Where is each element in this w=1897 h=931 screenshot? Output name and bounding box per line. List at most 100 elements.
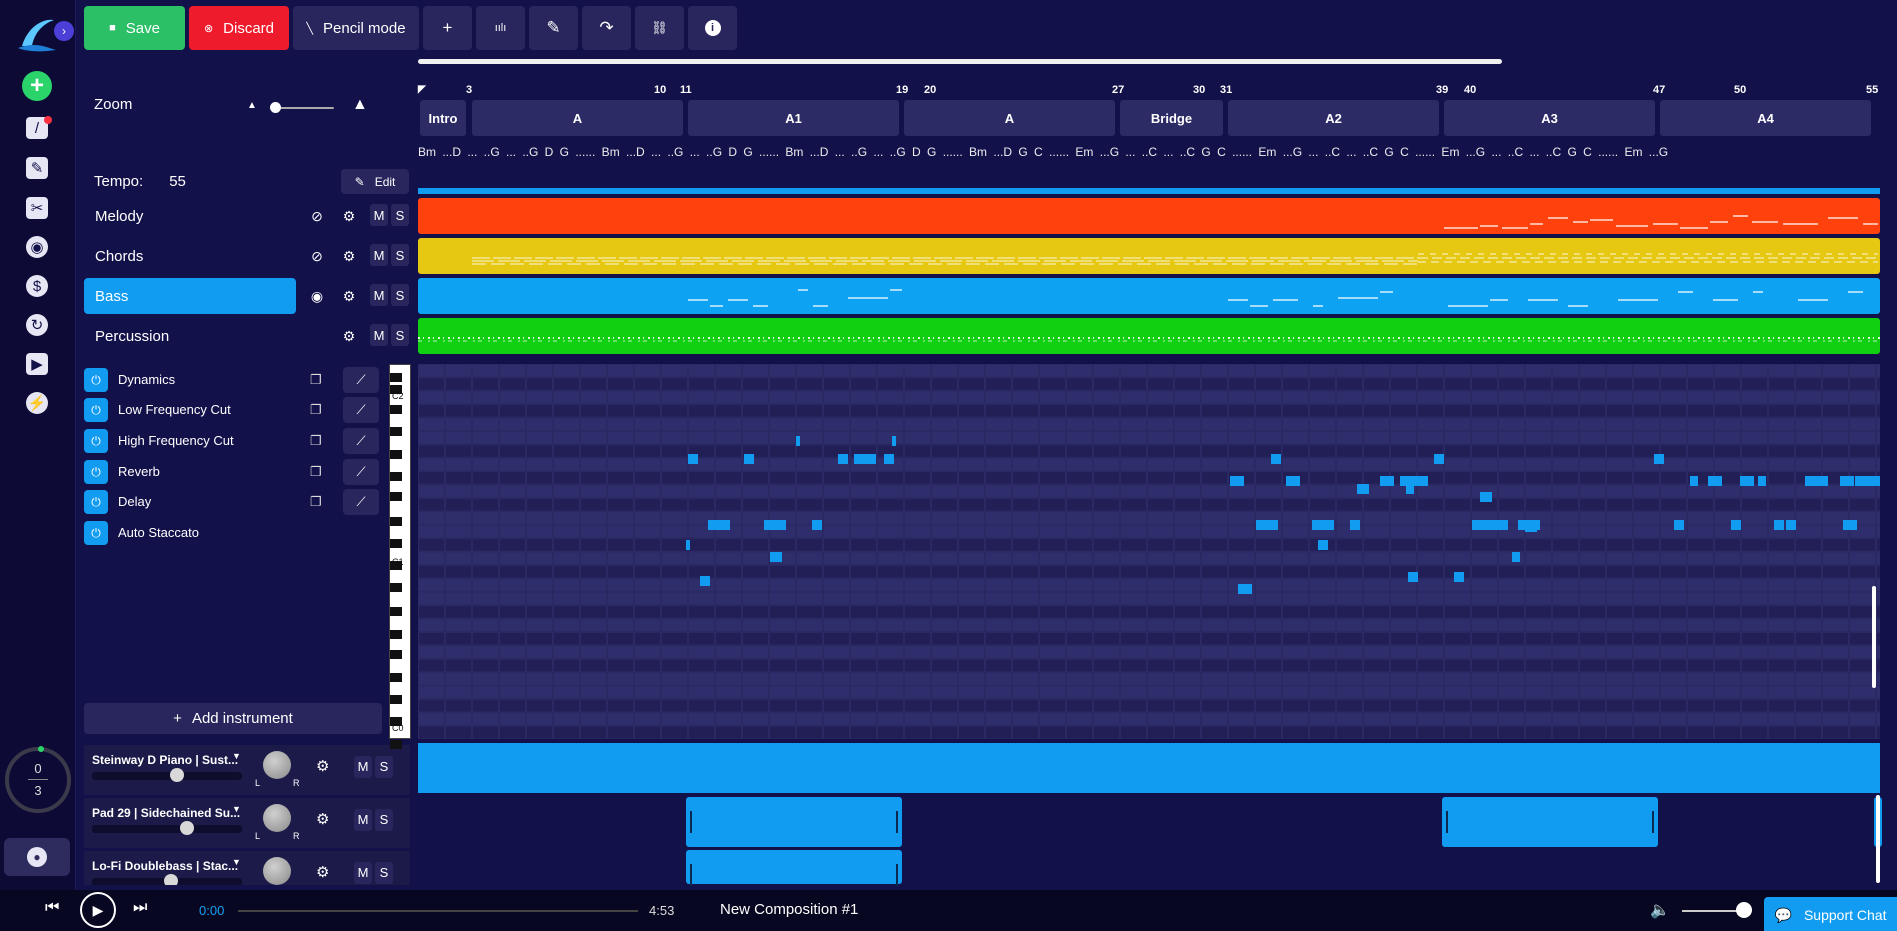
grid-cell[interactable] — [1418, 418, 1443, 430]
grid-cell[interactable] — [662, 700, 687, 712]
grid-cell[interactable] — [986, 539, 1011, 551]
grid-cell[interactable] — [1499, 418, 1524, 430]
grid-cell[interactable] — [1553, 418, 1578, 430]
grid-cell[interactable] — [1256, 619, 1281, 631]
grid-cell[interactable] — [1256, 391, 1281, 404]
grid-cell[interactable] — [1229, 566, 1254, 578]
grid-cell[interactable] — [1661, 445, 1686, 457]
grid-cell[interactable] — [419, 525, 444, 538]
grid-cell[interactable] — [1688, 619, 1713, 631]
grid-cell[interactable] — [1175, 726, 1200, 739]
add-note-button[interactable]: + — [423, 6, 472, 50]
grid-cell[interactable] — [1472, 365, 1497, 377]
grid-cell[interactable] — [1661, 659, 1686, 672]
grid-cell[interactable] — [1877, 646, 1880, 658]
grid-cell[interactable] — [446, 606, 471, 618]
grid-cell[interactable] — [878, 405, 903, 417]
grid-cell[interactable] — [1121, 619, 1146, 631]
grid-cell[interactable] — [608, 566, 633, 578]
grid-cell[interactable] — [932, 686, 957, 698]
grid-cell[interactable] — [1121, 726, 1146, 739]
grid-cell[interactable] — [662, 539, 687, 551]
grid-cell[interactable] — [527, 726, 552, 739]
grid-cell[interactable] — [1094, 619, 1119, 631]
grid-cell[interactable] — [878, 472, 903, 484]
grid-cell[interactable] — [1364, 713, 1389, 725]
grid-cell[interactable] — [527, 539, 552, 551]
melody-lane[interactable] — [418, 198, 1880, 234]
grid-cell[interactable] — [986, 552, 1011, 564]
grid-cell[interactable] — [1364, 512, 1389, 524]
grid-cell[interactable] — [689, 633, 714, 645]
grid-cell[interactable] — [662, 405, 687, 417]
grid-cell[interactable] — [1472, 726, 1497, 739]
grid-cell[interactable] — [743, 726, 768, 739]
grid-cell[interactable] — [1067, 485, 1092, 497]
grid-cell[interactable] — [905, 378, 930, 390]
grid-cell[interactable] — [635, 458, 660, 471]
grid-cell[interactable] — [959, 405, 984, 417]
grid-cell[interactable] — [689, 432, 714, 444]
grid-cell[interactable] — [1607, 592, 1632, 605]
grid-cell[interactable] — [1472, 432, 1497, 444]
volume-slider[interactable] — [92, 825, 242, 833]
grid-cell[interactable] — [1202, 539, 1227, 551]
grid-cell[interactable] — [662, 512, 687, 524]
grid-cell[interactable] — [1580, 592, 1605, 605]
grid-cell[interactable] — [1823, 365, 1848, 377]
grid-cell[interactable] — [581, 659, 606, 672]
grid-cell[interactable] — [1067, 552, 1092, 564]
grid-cell[interactable] — [1823, 606, 1848, 618]
grid-cell[interactable] — [1229, 485, 1254, 497]
grid-cell[interactable] — [581, 445, 606, 457]
grid-cell[interactable] — [1823, 686, 1848, 698]
grid-cell[interactable] — [500, 579, 525, 591]
grid-cell[interactable] — [689, 378, 714, 390]
grid-cell[interactable] — [635, 646, 660, 658]
grid-cell[interactable] — [1823, 619, 1848, 631]
grid-cell[interactable] — [1148, 686, 1173, 698]
grid-cell[interactable] — [446, 432, 471, 444]
grid-cell[interactable] — [770, 566, 795, 578]
grid-cell[interactable] — [581, 566, 606, 578]
grid-cell[interactable] — [932, 485, 957, 497]
grid-cell[interactable] — [1094, 659, 1119, 672]
grid-cell[interactable] — [1580, 525, 1605, 538]
grid-cell[interactable] — [851, 485, 876, 497]
grid-cell[interactable] — [959, 391, 984, 404]
grid-cell[interactable] — [1391, 606, 1416, 618]
grid-cell[interactable] — [1661, 673, 1686, 685]
grid-cell[interactable] — [554, 458, 579, 471]
grid-cell[interactable] — [1526, 485, 1551, 497]
grid-cell[interactable] — [1742, 432, 1767, 444]
arrangement-scrollbar[interactable] — [1876, 795, 1880, 883]
black-key[interactable] — [390, 650, 402, 659]
grid-cell[interactable] — [1661, 566, 1686, 578]
grid-cell[interactable] — [1040, 378, 1065, 390]
grid-cell[interactable] — [1607, 512, 1632, 524]
grid-cell[interactable] — [581, 646, 606, 658]
grid-cell[interactable] — [905, 458, 930, 471]
grid-cell[interactable] — [932, 405, 957, 417]
grid-cell[interactable] — [689, 365, 714, 377]
grid-cell[interactable] — [878, 378, 903, 390]
grid-cell[interactable] — [932, 619, 957, 631]
grid-cell[interactable] — [608, 485, 633, 497]
grid-cell[interactable] — [905, 472, 930, 484]
grid-cell[interactable] — [1229, 539, 1254, 551]
grid-cell[interactable] — [1715, 539, 1740, 551]
grid-cell[interactable] — [1715, 499, 1740, 511]
grid-cell[interactable] — [1472, 633, 1497, 645]
grid-cell[interactable] — [635, 633, 660, 645]
grid-cell[interactable] — [554, 472, 579, 484]
track-melody[interactable]: Melody — [84, 198, 296, 234]
grid-cell[interactable] — [1607, 579, 1632, 591]
grid-cell[interactable] — [1202, 512, 1227, 524]
grid-cell[interactable] — [824, 512, 849, 524]
midi-note[interactable] — [688, 454, 698, 464]
grid-cell[interactable] — [1526, 539, 1551, 551]
grid-cell[interactable] — [1688, 606, 1713, 618]
grid-cell[interactable] — [770, 673, 795, 685]
grid-cell[interactable] — [581, 579, 606, 591]
grid-cell[interactable] — [1202, 485, 1227, 497]
